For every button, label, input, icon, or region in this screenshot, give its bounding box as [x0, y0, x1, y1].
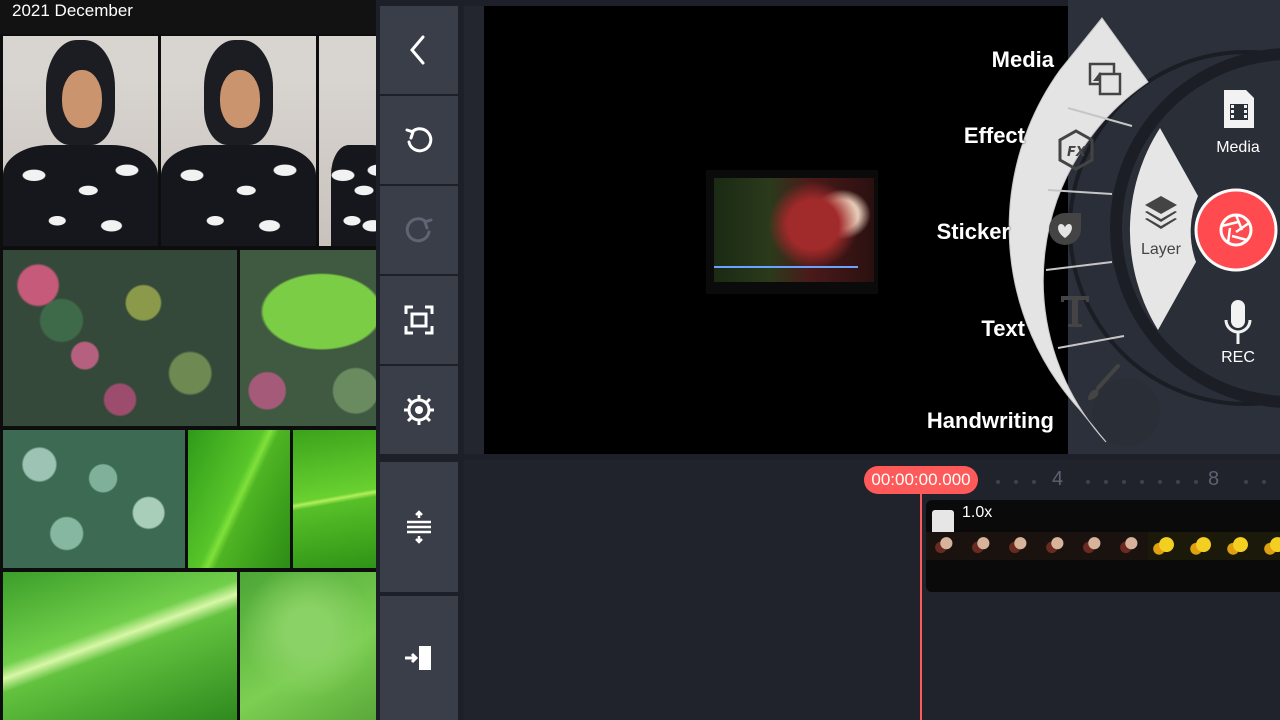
ruler-tick	[1032, 480, 1036, 484]
microphone-icon	[1224, 300, 1252, 344]
settings-gear-icon	[404, 395, 434, 425]
undo-button[interactable]	[380, 96, 458, 184]
gallery-thumb[interactable]	[3, 250, 237, 426]
menu-item-media-label[interactable]: Media	[992, 47, 1054, 73]
preview-clip[interactable]	[706, 170, 878, 294]
clip-speed-label: 1.0x	[962, 504, 993, 521]
ruler-tick	[1158, 480, 1162, 484]
wheel-layer-button[interactable]: Layer	[1134, 192, 1188, 272]
gallery-thumb[interactable]	[240, 250, 376, 426]
ruler-tick	[1122, 480, 1126, 484]
redo-button[interactable]	[380, 186, 458, 274]
menu-item-effect-label[interactable]: Effect	[964, 123, 1025, 149]
back-arrow-icon	[410, 35, 425, 65]
gallery-thumb[interactable]	[293, 430, 376, 568]
menu-item-handwriting-label[interactable]: Handwriting	[927, 408, 1054, 434]
brush-icon[interactable]	[1080, 362, 1124, 406]
menu-item-text-label[interactable]: Text	[981, 316, 1025, 342]
gallery-thumb[interactable]	[240, 572, 376, 720]
track-frame	[1148, 532, 1185, 560]
gallery-thumb[interactable]	[319, 36, 376, 246]
track-expand-button[interactable]	[380, 462, 458, 592]
undo-icon	[405, 127, 433, 153]
jump-to-start-button[interactable]	[380, 596, 458, 720]
wheel-layer-label: Layer	[1140, 241, 1182, 258]
redo-icon	[405, 217, 433, 243]
media-film-icon	[1224, 90, 1254, 128]
photo-gallery: 2021 December	[0, 0, 376, 720]
sticker-heart-icon[interactable]	[1046, 210, 1084, 250]
track-frame	[1111, 532, 1148, 560]
video-track[interactable]: 1.0x	[926, 500, 1280, 592]
track-expand-icon	[407, 510, 431, 544]
track-frame	[1185, 532, 1222, 560]
track-frame	[1000, 532, 1037, 560]
app-root: 2021 December Media Effect Sticker Text …	[0, 0, 1280, 720]
fx-hexagon-icon[interactable]: FX	[1056, 128, 1096, 172]
menu-item-sticker-label[interactable]: Sticker	[937, 219, 1010, 245]
gallery-thumb[interactable]	[161, 36, 316, 246]
track-frame	[1037, 532, 1074, 560]
ruler-tick	[1014, 480, 1018, 484]
track-frame	[1259, 532, 1280, 560]
track-frame	[963, 532, 1000, 560]
wheel-rec-label: REC	[1221, 349, 1255, 366]
playhead-timecode[interactable]: 00:00:00.000	[864, 466, 978, 494]
wheel-rec-button[interactable]: REC	[1210, 298, 1266, 378]
wheel-media-button[interactable]: Media	[1206, 88, 1270, 168]
clip-progress-bar	[714, 266, 858, 268]
fullscreen-icon	[404, 305, 434, 335]
media-image-icon[interactable]	[1086, 58, 1126, 98]
back-button[interactable]	[380, 6, 458, 94]
playhead-line[interactable]	[920, 494, 922, 720]
track-frame	[926, 532, 963, 560]
gallery-thumb[interactable]	[3, 430, 185, 568]
ruler-tick	[1140, 480, 1144, 484]
ruler-tick	[1244, 480, 1248, 484]
ruler-tick	[1086, 480, 1090, 484]
jump-to-start-icon	[405, 646, 431, 670]
svg-text:FX: FX	[1067, 145, 1087, 160]
wheel-media-label: Media	[1216, 139, 1260, 156]
text-t-icon[interactable]	[1058, 292, 1092, 330]
ruler-number: 4	[1052, 468, 1064, 490]
gallery-thumb[interactable]	[188, 430, 290, 568]
track-frame	[1222, 532, 1259, 560]
layers-icon	[1145, 196, 1177, 229]
ruler-tick	[996, 480, 1000, 484]
gallery-thumb[interactable]	[3, 572, 237, 720]
camera-shutter-icon[interactable]	[1216, 210, 1256, 250]
timeline[interactable]: 4 8 00:00:00.000 1.0x	[464, 460, 1280, 720]
track-frames	[926, 532, 1280, 560]
fullscreen-button[interactable]	[380, 276, 458, 364]
gallery-thumb[interactable]	[3, 36, 158, 246]
ruler-tick	[1194, 480, 1198, 484]
settings-button[interactable]	[380, 366, 458, 454]
ruler-tick	[1104, 480, 1108, 484]
gallery-date-header: 2021 December	[0, 0, 376, 34]
ruler-tick	[1262, 480, 1266, 484]
track-frame	[1074, 532, 1111, 560]
ruler-tick	[1176, 480, 1180, 484]
ruler-number: 8	[1208, 468, 1220, 490]
